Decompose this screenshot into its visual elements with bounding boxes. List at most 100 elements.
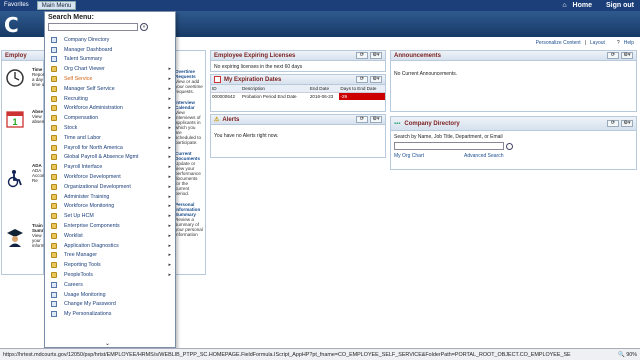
expiration-title: My Expiration Dates <box>224 76 282 83</box>
folder-icon <box>51 85 57 92</box>
folder-icon <box>51 252 57 259</box>
chevron-right-icon: ▸ <box>168 105 171 112</box>
chevron-right-icon: ▸ <box>168 85 171 92</box>
personalize-content-link[interactable]: Personalize Content <box>536 40 581 46</box>
favorites-menu[interactable]: Favorites <box>0 0 33 11</box>
personal-info-link[interactable]: Personal Information Summary <box>175 202 203 217</box>
time-cell[interactable]: Time Report a day time o <box>2 65 46 105</box>
menu-item-workforce-monitoring[interactable]: Workforce Monitoring ▸ <box>45 202 175 212</box>
menu-item-payroll-for-north-america[interactable]: Payroll for North America ▸ <box>45 143 175 153</box>
menu-item-label: Organizational Development <box>64 183 131 190</box>
expiration-pagelet: My Expiration Dates ⟳ ⚙▾ ID Description End … <box>210 74 386 112</box>
menu-item-reporting-tools[interactable]: Reporting Tools ▸ <box>45 260 175 270</box>
menu-search-input[interactable] <box>48 23 138 31</box>
interview-calendar-link[interactable]: Interview Calendar <box>175 100 203 110</box>
search-go-icon[interactable]: » <box>140 23 148 31</box>
overtime-requests-link[interactable]: Overtime Requests <box>175 69 203 79</box>
settings-icon[interactable]: ⚙▾ <box>621 52 633 59</box>
personal-info-desc: Review a summary of your personal inform… <box>175 217 203 237</box>
menu-item-label: Reporting Tools <box>64 262 101 269</box>
refresh-icon[interactable]: ⟳ <box>607 52 619 59</box>
settings-icon[interactable]: ⚙▾ <box>370 116 382 123</box>
menu-item-label: Payroll Interface <box>64 164 103 171</box>
status-url: https://hrtest.mdcourts.gov/12050/psp/hr… <box>3 351 571 358</box>
menu-item-time-and-labor[interactable]: Time and Labor ▸ <box>45 133 175 143</box>
menu-item-stock[interactable]: Stock ▸ <box>45 123 175 133</box>
scroll-down-icon[interactable]: ⌄ <box>105 340 110 347</box>
menu-item-enterprise-components[interactable]: Enterprise Components ▸ <box>45 221 175 231</box>
zoom-level[interactable]: 90% <box>626 352 637 358</box>
days-to-end-badge: -29 <box>339 92 385 100</box>
settings-icon[interactable]: ⚙▾ <box>370 76 382 83</box>
menu-item-talent-summary[interactable]: Talent Summary <box>45 55 175 65</box>
menu-item-recruiting[interactable]: Recruiting ▸ <box>45 94 175 104</box>
menu-item-manager-dashboard[interactable]: Manager Dashboard <box>45 45 175 55</box>
folder-icon <box>51 213 57 220</box>
menu-item-compensation[interactable]: Compensation ▸ <box>45 113 175 123</box>
menu-item-administer-training[interactable]: Administer Training ▸ <box>45 192 175 202</box>
calendar-icon: 1 <box>6 111 24 128</box>
advanced-search-link[interactable]: Advanced Search <box>464 153 503 159</box>
menu-item-company-directory[interactable]: Company Directory <box>45 35 175 45</box>
licenses-pagelet: Employee Expiring Licenses ⟳ ⚙▾ No expirin… <box>210 50 386 72</box>
help-link[interactable]: Help <box>624 40 634 46</box>
directory-search-input[interactable] <box>394 142 504 150</box>
page-icon <box>51 281 57 288</box>
org-chart-link[interactable]: My Org Chart <box>394 153 424 159</box>
employee-pagelet-title: Employ <box>5 52 27 59</box>
employee-pagelet: Employ Time Report a day time o 1 Abse Vie… <box>1 50 46 275</box>
chevron-right-icon: ▸ <box>168 262 171 269</box>
menu-item-label: Org Chart Viewer <box>64 66 105 73</box>
refresh-icon[interactable]: ⟳ <box>356 52 368 59</box>
folder-icon <box>51 144 57 151</box>
signout-link[interactable]: Sign out <box>606 2 634 9</box>
menu-item-payroll-interface[interactable]: Payroll Interface ▸ <box>45 162 175 172</box>
chevron-right-icon: ▸ <box>168 232 171 239</box>
home-icon[interactable]: ⌂ <box>562 2 566 9</box>
menu-item-organizational-development[interactable]: Organizational Development ▸ <box>45 182 175 192</box>
menu-item-workforce-development[interactable]: Workforce Development ▸ <box>45 172 175 182</box>
menu-item-workforce-administration[interactable]: Workforce Administration ▸ <box>45 104 175 114</box>
refresh-icon[interactable]: ⟳ <box>356 116 368 123</box>
settings-icon[interactable]: ⚙▾ <box>370 52 382 59</box>
home-link[interactable]: Home <box>573 2 592 9</box>
menu-item-usage-monitoring[interactable]: Usage Monitoring <box>45 290 175 300</box>
menu-item-application-diagnostics[interactable]: Application Diagnostics ▸ <box>45 241 175 251</box>
menu-item-change-my-password[interactable]: Change My Password <box>45 300 175 310</box>
wheelchair-icon <box>7 170 22 188</box>
refresh-icon[interactable]: ⟳ <box>607 120 619 127</box>
layout-link[interactable]: Layout <box>590 40 605 46</box>
menu-item-my-personalizations[interactable]: My Personalizations <box>45 309 175 319</box>
chevron-right-icon: ▸ <box>168 223 171 230</box>
menu-item-peopletools[interactable]: PeopleTools ▸ <box>45 270 175 280</box>
help-icon[interactable]: ? <box>617 40 620 46</box>
menu-item-global-payroll-absence-mgmt[interactable]: Global Payroll & Absence Mgmt ▸ <box>45 153 175 163</box>
training-cell[interactable]: Train Sumr View your informa <box>2 221 46 271</box>
menu-item-manager-self-service[interactable]: Manager Self Service ▸ <box>45 84 175 94</box>
folder-icon <box>51 115 57 122</box>
refresh-icon[interactable]: ⟳ <box>356 76 368 83</box>
folder-icon <box>51 76 57 83</box>
search-go-icon[interactable] <box>506 142 513 150</box>
menu-item-label: PeopleTools <box>64 272 93 279</box>
page-icon <box>51 56 57 63</box>
menu-item-self-service[interactable]: Self Service ▸ <box>45 74 175 84</box>
folder-icon <box>51 95 57 102</box>
chevron-right-icon: ▸ <box>168 66 171 73</box>
chevron-right-icon: ▸ <box>168 154 171 161</box>
menu-item-set-up-hcm[interactable]: Set Up HCM ▸ <box>45 211 175 221</box>
settings-icon[interactable]: ⚙▾ <box>621 120 633 127</box>
ada-cell[interactable]: ADA ADA Accom Re <box>2 161 46 216</box>
absence-cell[interactable]: 1 Abse View absen <box>2 107 45 157</box>
menu-item-worklist[interactable]: Worklist ▸ <box>45 231 175 241</box>
chevron-right-icon: ▸ <box>168 115 171 122</box>
main-menu-button[interactable]: Main Menu <box>36 1 77 10</box>
menu-item-careers[interactable]: Careers <box>45 280 175 290</box>
menu-item-tree-manager[interactable]: Tree Manager ▸ <box>45 251 175 261</box>
chevron-right-icon: ▸ <box>168 95 171 102</box>
menu-item-label: Careers <box>64 281 83 288</box>
menu-item-org-chart-viewer[interactable]: Org Chart Viewer ▸ <box>45 64 175 74</box>
current-documents-link[interactable]: Current Documents <box>175 151 203 161</box>
menu-item-label: Company Directory <box>64 36 110 43</box>
chevron-right-icon: ▸ <box>168 193 171 200</box>
